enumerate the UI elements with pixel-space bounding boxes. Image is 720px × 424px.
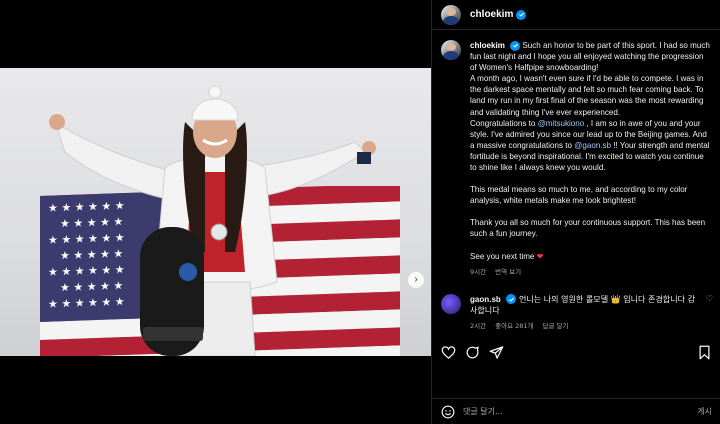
caption-text-part: See you next time bbox=[470, 251, 535, 261]
post-time: 9시간 bbox=[470, 267, 487, 276]
post-comment-button[interactable]: 게시 bbox=[697, 406, 712, 417]
comment-icon[interactable] bbox=[465, 345, 480, 360]
caption-paragraph: A month ago, I wasn't even sure if I'd b… bbox=[470, 74, 704, 117]
comment-time: 2시간 bbox=[470, 321, 487, 330]
post-panel: chloekim chloekim Such an honor to be pa… bbox=[431, 0, 720, 424]
caption-text: chloekim Such an honor to be part of thi… bbox=[470, 40, 710, 278]
action-bar bbox=[432, 338, 720, 366]
mention-link[interactable]: @gaon.sb bbox=[574, 141, 611, 150]
caption-area: chloekim Such an honor to be part of thi… bbox=[432, 30, 720, 330]
reply-link[interactable]: 답글 달기 bbox=[543, 321, 569, 330]
caption-meta: 9시간 번역 보기 bbox=[470, 267, 710, 278]
next-photo-button[interactable]: › bbox=[408, 272, 424, 288]
caption-paragraph: This medal means so much to me, and acco… bbox=[470, 185, 688, 206]
comment-text: gaon.sb 언니는 나의 영원한 롤모델 👑 입니다 존경합니다 감사합니다… bbox=[470, 294, 700, 330]
caption-paragraph: Such an honor to be part of this sport. … bbox=[470, 41, 710, 73]
caption-paragraph: See you next time ❤ bbox=[470, 251, 710, 262]
heart-icon[interactable]: ♡ bbox=[706, 294, 713, 303]
header-username[interactable]: chloekim bbox=[470, 9, 513, 20]
comment-likes[interactable]: 좋아요 281개 bbox=[495, 321, 533, 330]
post-header: chloekim bbox=[432, 0, 720, 30]
avatar[interactable] bbox=[441, 40, 461, 60]
verified-icon bbox=[510, 40, 521, 51]
avatar[interactable] bbox=[441, 4, 461, 25]
caption-paragraph: Thank you all so much for your continuou… bbox=[470, 218, 706, 239]
caption-text-part: Congratulations to bbox=[470, 118, 536, 128]
comment-username[interactable]: gaon.sb bbox=[470, 295, 501, 304]
media-area: ★ ★ ★ ★ ★ ★ ★ ★ ★ ★ ★ ★ ★ ★ ★ ★ ★ ★ ★ ★ … bbox=[0, 0, 431, 424]
heart-icon[interactable] bbox=[441, 345, 456, 360]
caption-paragraph: Congratulations to @mitsukiono , I am so… bbox=[470, 118, 710, 173]
caption-username[interactable]: chloekim bbox=[470, 41, 505, 50]
post-photo[interactable]: ★ ★ ★ ★ ★ ★ ★ ★ ★ ★ ★ ★ ★ ★ ★ ★ ★ ★ ★ ★ … bbox=[0, 68, 431, 356]
verified-icon bbox=[516, 9, 527, 20]
mention-link[interactable]: @mitsukiono bbox=[538, 119, 585, 128]
athlete-figure bbox=[49, 85, 376, 356]
comment-bar: 게시 bbox=[432, 398, 720, 424]
comment-input[interactable] bbox=[463, 407, 698, 416]
caption-row: chloekim Such an honor to be part of thi… bbox=[432, 30, 720, 278]
see-translation-link[interactable]: 번역 보기 bbox=[495, 267, 521, 278]
bookmark-icon[interactable] bbox=[697, 345, 712, 360]
heart-emoji: ❤ bbox=[536, 251, 544, 261]
comment-item: gaon.sb 언니는 나의 영원한 롤모델 👑 입니다 존경합니다 감사합니다… bbox=[432, 278, 720, 330]
chevron-right-icon: › bbox=[414, 274, 418, 285]
avatar[interactable] bbox=[441, 293, 461, 314]
verified-icon bbox=[506, 294, 517, 305]
comment-body: 언니는 나의 영원한 롤모델 👑 입니다 존경합니다 감사합니다 bbox=[470, 294, 695, 315]
comment-meta: 2시간 좋아요 281개 답글 달기 bbox=[470, 321, 700, 330]
emoji-icon[interactable] bbox=[441, 405, 455, 419]
share-icon[interactable] bbox=[489, 345, 504, 360]
